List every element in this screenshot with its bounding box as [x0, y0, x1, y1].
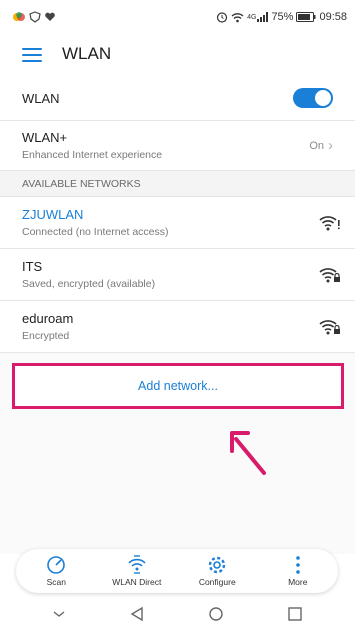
shield-heart-icon — [29, 11, 41, 23]
status-right-icons: 4G 75% 09:58 — [216, 11, 347, 23]
wlan-plus-subtitle: Enhanced Internet experience — [22, 149, 163, 161]
alarm-icon — [216, 12, 228, 23]
scan-icon — [47, 556, 66, 574]
more-icon — [295, 556, 300, 574]
bottom-action-bar: Scan WLAN Direct Configure More — [16, 549, 338, 593]
system-nav-bar — [0, 598, 355, 630]
app-bar: WLAN — [0, 34, 355, 74]
network-name: eduroam — [22, 311, 74, 326]
wlan-toggle[interactable] — [293, 88, 333, 108]
network-row[interactable]: eduroam Encrypted — [0, 301, 355, 353]
more-button[interactable]: More — [263, 555, 333, 587]
wlan-plus-value: On › — [309, 137, 333, 154]
network-status: Encrypted — [22, 330, 70, 342]
wlan-direct-button[interactable]: WLAN Direct — [102, 555, 172, 587]
network-type: 4G — [247, 13, 257, 21]
heart-icon — [45, 12, 55, 21]
network-name: ZJUWLAN — [22, 207, 84, 222]
wifi-status-icon — [231, 12, 244, 22]
back-icon[interactable] — [129, 606, 145, 622]
status-bar: 4G 75% 09:58 — [0, 0, 355, 34]
configure-label: Configure — [198, 577, 236, 587]
scan-button[interactable]: Scan — [21, 555, 91, 587]
settings-list: WLAN WLAN+ Enhanced Internet experience … — [0, 76, 355, 554]
network-status: Connected (no Internet access) — [22, 226, 169, 238]
chevron-right-icon: › — [328, 137, 333, 154]
configure-button[interactable]: Configure — [182, 555, 252, 587]
add-network-label: Add network... — [138, 379, 218, 393]
section-header: AVAILABLE NETWORKS — [0, 171, 355, 197]
wlan-direct-label: WLAN Direct — [112, 577, 162, 587]
clock: 09:58 — [319, 11, 347, 23]
network-status: Saved, encrypted (available) — [22, 278, 156, 290]
pointer-arrow-icon — [230, 431, 266, 475]
chevron-down-icon[interactable] — [52, 609, 66, 619]
network-row[interactable]: ITS Saved, encrypted (available) — [0, 249, 355, 301]
app-color-icon — [13, 12, 25, 21]
wlan-toggle-row[interactable]: WLAN — [0, 76, 355, 121]
toggle-knob — [315, 90, 331, 106]
home-icon[interactable] — [208, 606, 224, 622]
gear-icon — [209, 556, 226, 574]
wlan-plus-title: WLAN+ — [22, 130, 68, 145]
wlan-plus-row[interactable]: WLAN+ Enhanced Internet experience On › — [0, 121, 355, 171]
signal-icon — [257, 12, 269, 22]
battery-percent: 75% — [271, 11, 294, 23]
battery-icon — [296, 12, 316, 22]
network-name: ITS — [22, 259, 43, 274]
recents-icon[interactable] — [287, 606, 303, 622]
menu-icon[interactable] — [22, 47, 42, 62]
add-network-button[interactable]: Add network... — [12, 363, 344, 409]
more-label: More — [288, 577, 308, 587]
wifi-lock-icon — [319, 319, 340, 334]
wlan-plus-state: On — [309, 139, 324, 152]
network-row[interactable]: ZJUWLAN Connected (no Internet access) — [0, 197, 355, 249]
page-title: WLAN — [62, 44, 112, 63]
wlan-label: WLAN — [22, 90, 60, 106]
wlan-direct-icon — [128, 555, 146, 574]
wifi-lock-icon — [319, 267, 340, 282]
status-left-icons — [12, 11, 56, 23]
wifi-warning-icon — [319, 215, 340, 230]
scan-label: Scan — [46, 577, 66, 587]
